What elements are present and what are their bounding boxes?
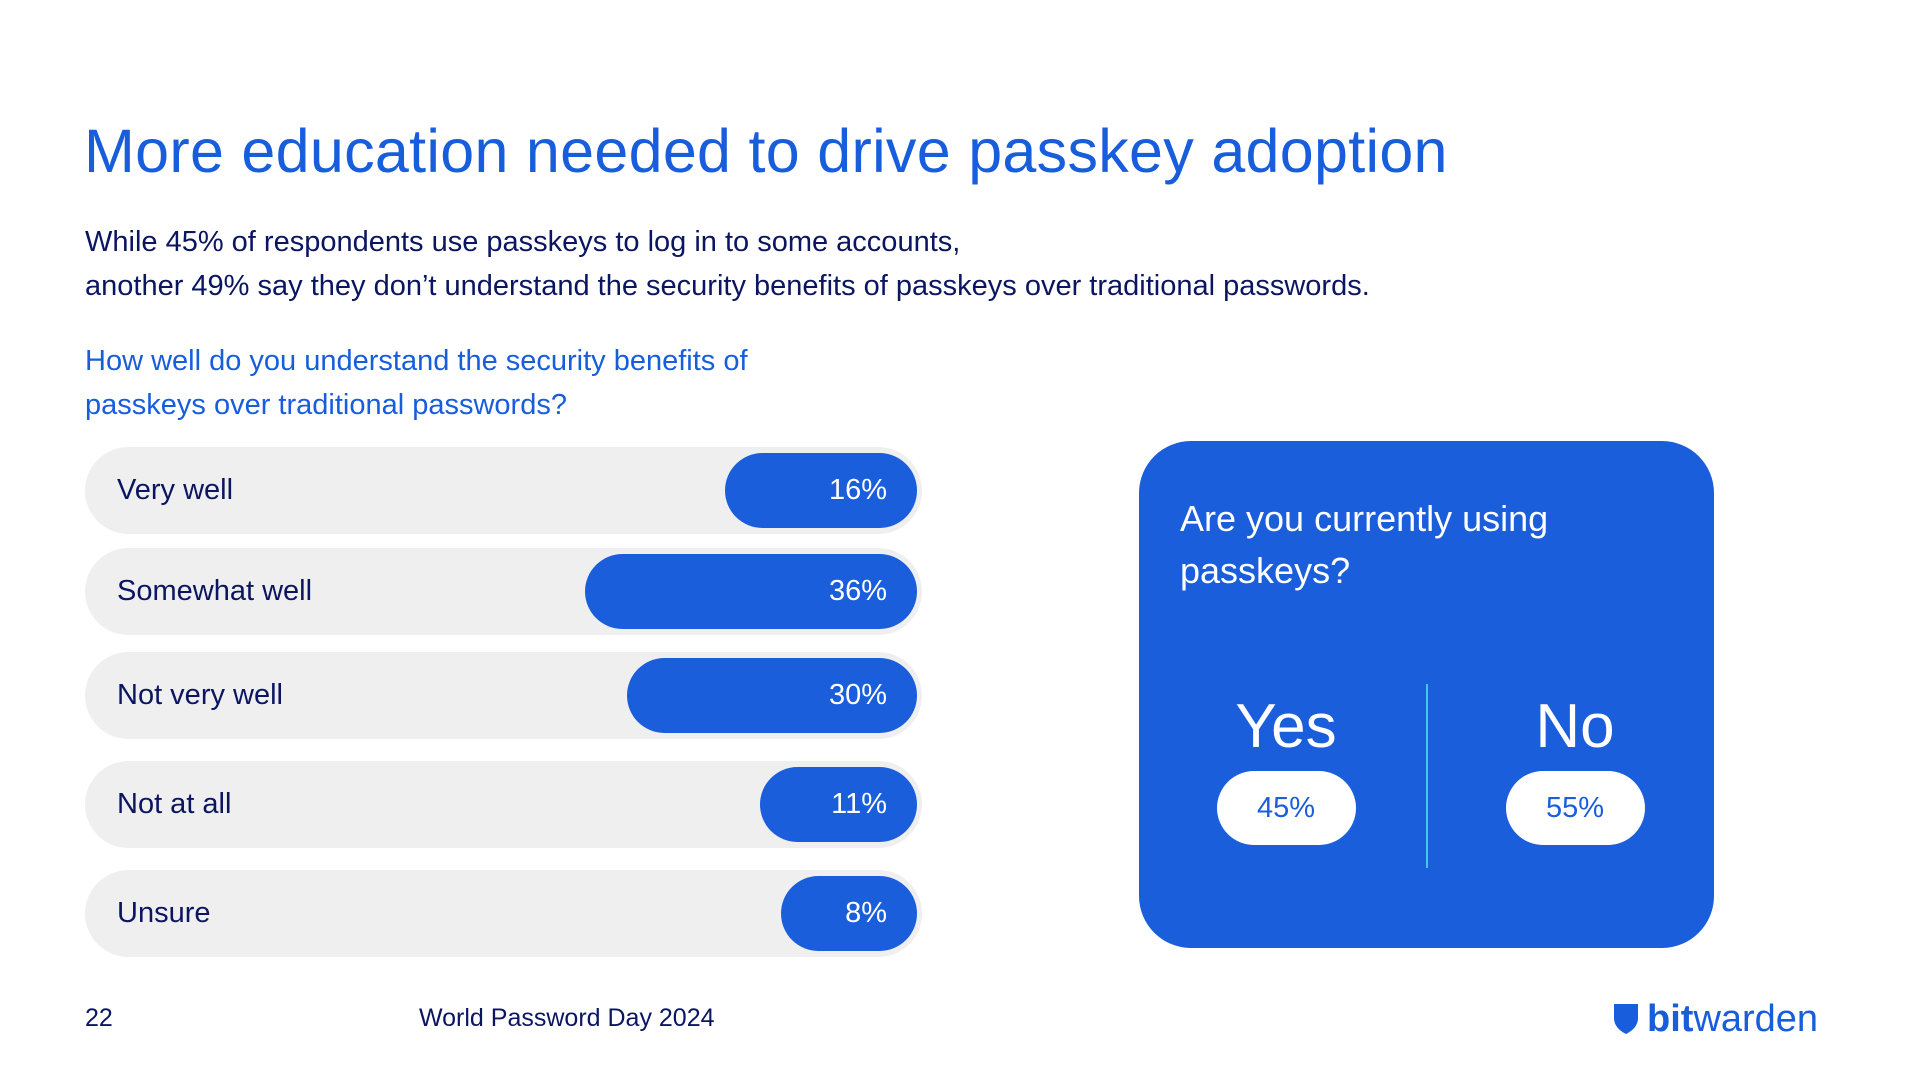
bar-label: Not very well — [117, 679, 283, 711]
bar-value-label: 36% — [828, 575, 887, 607]
passkey-usage-question: Are you currently using passkeys? — [1180, 493, 1660, 597]
footer-event-name: World Password Day 2024 — [419, 1004, 715, 1032]
bitwarden-logo: bit warden — [1613, 999, 1818, 1039]
bar-value-label: 11% — [831, 788, 887, 820]
bar-fill: 11% — [760, 767, 917, 842]
bar-chart-question-line-2: passkeys over traditional passwords? — [85, 389, 567, 421]
bar-fill: 8% — [781, 876, 917, 951]
bar-row: Very well 16% — [85, 447, 922, 534]
passkey-usage-question-line-2: passkeys? — [1180, 550, 1351, 591]
bar-row: Not very well 30% — [85, 652, 922, 739]
bar-value-label: 30% — [828, 679, 887, 711]
bar-chart-question: How well do you understand the security … — [85, 339, 748, 427]
subtitle-line-1: While 45% of respondents use passkeys to… — [85, 226, 961, 258]
bar-label: Somewhat well — [117, 575, 313, 607]
shield-icon — [1614, 1004, 1638, 1034]
bar-value-label: 8% — [845, 897, 887, 929]
answer-divider — [1426, 684, 1428, 868]
bar-fill: 36% — [585, 554, 917, 629]
bar-label: Very well — [117, 474, 234, 506]
logo-text-light: warden — [1693, 998, 1819, 1040]
bar-label: Not at all — [117, 788, 232, 820]
page-number: 22 — [85, 1004, 113, 1032]
bar-row: Somewhat well 36% — [85, 548, 922, 635]
bar-row: Not at all 11% — [85, 761, 922, 848]
passkey-usage-panel: Are you currently using passkeys? Yes 45… — [1139, 441, 1714, 948]
bar-label: Unsure — [117, 897, 211, 929]
bar-value-label: 16% — [828, 474, 887, 506]
answer-no-value: 55% — [1505, 771, 1645, 845]
subtitle-line-2: another 49% say they don’t understand th… — [85, 270, 1370, 302]
logo-text-bold: bit — [1647, 998, 1694, 1040]
bar-fill: 30% — [627, 658, 917, 733]
bar-row: Unsure 8% — [85, 870, 922, 957]
subtitle: While 45% of respondents use passkeys to… — [85, 220, 1370, 308]
answer-yes-label: Yes — [1235, 692, 1337, 761]
answer-no: No 55% — [1475, 691, 1675, 845]
answer-yes: Yes 45% — [1186, 691, 1386, 845]
page-title: More education needed to drive passkey a… — [84, 117, 1448, 185]
passkey-usage-question-line-1: Are you currently using — [1180, 498, 1549, 539]
bar-fill: 16% — [725, 453, 917, 528]
answer-yes-value: 45% — [1216, 771, 1356, 845]
bar-chart-question-line-1: How well do you understand the security … — [85, 345, 748, 377]
answer-no-label: No — [1535, 692, 1615, 761]
